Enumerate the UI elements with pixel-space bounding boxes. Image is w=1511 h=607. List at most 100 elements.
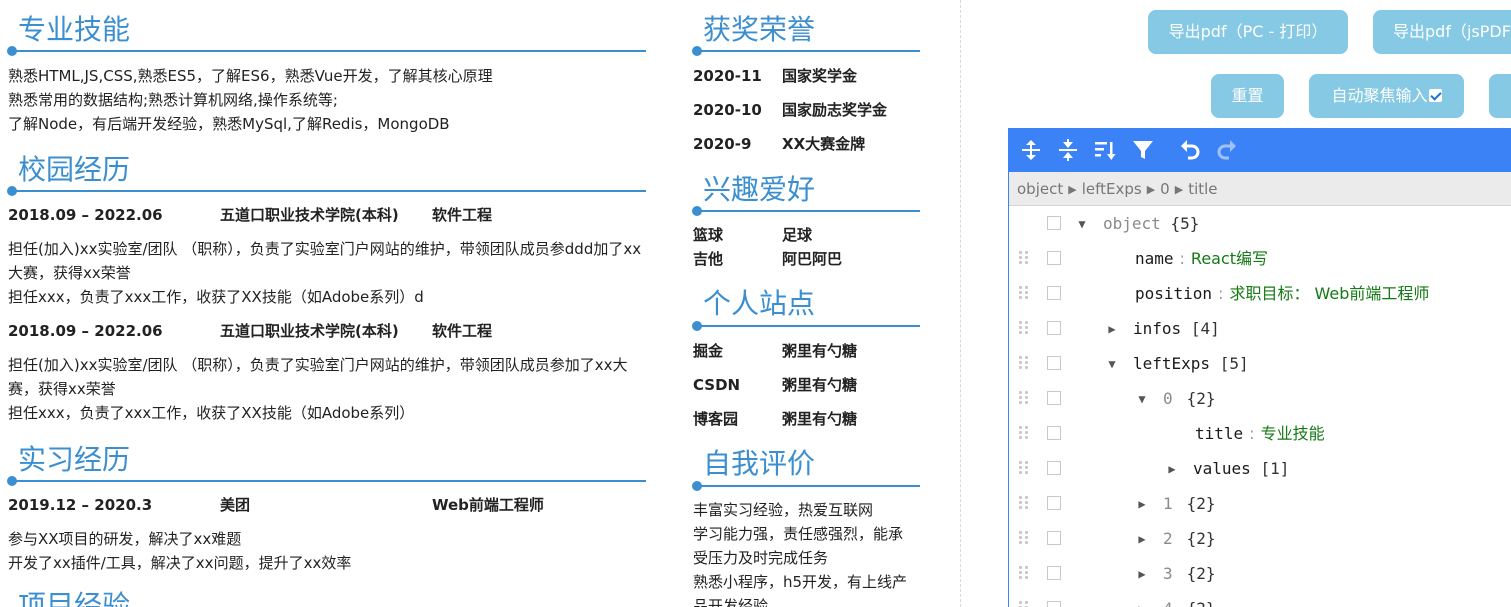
hobby-item: 篮球 — [693, 226, 724, 244]
node-key[interactable]: name — [1135, 249, 1174, 268]
more-button[interactable] — [1489, 74, 1511, 118]
node-value[interactable]: 求职目标： Web前端工程师 — [1229, 284, 1429, 303]
campus-desc: 担任xxx，负责了xxx工作，收获了XX技能（如Adobe系列）d — [8, 288, 424, 306]
row-select-checkbox[interactable] — [1047, 461, 1061, 475]
expand-toggle-icon[interactable]: ▶ — [1165, 452, 1179, 487]
key-value-separator: : — [1249, 424, 1255, 443]
row-select-checkbox[interactable] — [1047, 601, 1061, 607]
expand-toggle-icon[interactable]: ▶ — [1135, 487, 1149, 522]
tree-row[interactable]: ▼ 0 {2} — [1009, 381, 1511, 416]
expand-toggle-icon[interactable]: ▶ — [1135, 522, 1149, 557]
drag-handle-icon[interactable] — [1019, 356, 1029, 370]
collapse-toggle-icon[interactable]: ▼ — [1135, 382, 1149, 417]
node-key[interactable]: 0 — [1163, 389, 1173, 408]
export-pdf-print-button[interactable]: 导出pdf（PC - 打印） — [1148, 10, 1348, 54]
tree-row[interactable]: position: 求职目标： Web前端工程师 — [1009, 276, 1511, 311]
node-key[interactable]: leftExps — [1133, 354, 1210, 373]
collapse-toggle-icon[interactable]: ▼ — [1075, 207, 1089, 242]
campus-major: 软件工程 — [432, 206, 493, 224]
drag-handle-icon[interactable] — [1019, 566, 1029, 580]
breadcrumb-item[interactable]: 0 — [1160, 180, 1170, 198]
node-key[interactable]: infos — [1133, 319, 1181, 338]
expand-toggle-icon[interactable]: ▶ — [1105, 312, 1119, 347]
collapse-all-icon[interactable] — [1056, 138, 1080, 162]
internship-company: 美团 — [220, 496, 251, 514]
tree-row[interactable]: ▶ 3 {2} — [1009, 556, 1511, 591]
key-value-separator: : — [1179, 249, 1185, 268]
row-select-checkbox[interactable] — [1047, 216, 1061, 230]
row-select-checkbox[interactable] — [1047, 356, 1061, 370]
site-name: 掘金 — [693, 342, 724, 360]
autofocus-checkbox[interactable] — [1428, 89, 1442, 102]
hobby-item: 吉他 — [693, 250, 724, 268]
drag-handle-icon[interactable] — [1019, 496, 1029, 510]
internship-desc: 开发了xx插件/工具，解决了xx问题，提升了xx效率 — [8, 554, 352, 572]
node-key[interactable]: 2 — [1163, 529, 1173, 548]
autofocus-label: 自动聚焦输入 — [1331, 86, 1428, 105]
section-divider — [692, 206, 920, 216]
site-value: 粥里有勺糖 — [782, 376, 858, 394]
drag-handle-icon[interactable] — [1019, 286, 1029, 300]
tree-row[interactable]: ▶ infos [4] — [1009, 311, 1511, 346]
drag-handle-icon[interactable] — [1019, 251, 1029, 265]
filter-icon[interactable] — [1131, 138, 1155, 162]
node-key[interactable]: object — [1103, 214, 1161, 233]
row-select-checkbox[interactable] — [1047, 286, 1061, 300]
drag-handle-icon[interactable] — [1019, 391, 1029, 405]
breadcrumb-item[interactable]: title — [1188, 180, 1217, 198]
export-pdf-jspdf-button[interactable]: 导出pdf（jsPDF — [1373, 10, 1511, 54]
row-select-checkbox[interactable] — [1047, 321, 1061, 335]
tree-row[interactable]: ▼ object {5} — [1009, 206, 1511, 241]
node-key[interactable]: 4 — [1163, 599, 1173, 607]
reset-button[interactable]: 重置 — [1211, 74, 1284, 118]
node-key[interactable]: values — [1193, 459, 1251, 478]
breadcrumb-item[interactable]: object — [1017, 180, 1063, 198]
drag-handle-icon[interactable] — [1019, 601, 1029, 607]
node-count: [5] — [1219, 354, 1249, 373]
node-value[interactable]: 专业技能 — [1261, 424, 1325, 443]
campus-date: 2018.09 – 2022.06 — [8, 206, 163, 224]
drag-handle-icon[interactable] — [1019, 461, 1029, 475]
site-value: 粥里有勺糖 — [782, 342, 858, 360]
redo-icon[interactable] — [1215, 138, 1239, 162]
undo-icon[interactable] — [1178, 138, 1202, 162]
expand-toggle-icon[interactable]: ▶ — [1135, 592, 1149, 607]
expand-toggle-icon[interactable]: ▶ — [1135, 557, 1149, 592]
tree-node: ▼ object {5} — [1075, 206, 1199, 241]
node-key[interactable]: title — [1195, 424, 1243, 443]
resume-preview: 专业技能 熟悉HTML,JS,CSS,熟悉ES5，了解ES6，熟悉Vue开发，了… — [0, 0, 960, 607]
tree-row[interactable]: ▶ 4 {2} — [1009, 591, 1511, 607]
row-select-checkbox[interactable] — [1047, 391, 1061, 405]
award-date: 2020-10 — [693, 101, 762, 119]
expand-all-icon[interactable] — [1019, 138, 1043, 162]
drag-handle-icon[interactable] — [1019, 426, 1029, 440]
node-value[interactable]: React编写 — [1191, 249, 1268, 268]
row-select-checkbox[interactable] — [1047, 496, 1061, 510]
row-select-checkbox[interactable] — [1047, 426, 1061, 440]
drag-handle-icon[interactable] — [1019, 531, 1029, 545]
campus-desc: 担任xxx，负责了xxx工作，收获了XX技能（如Adobe系列） — [8, 404, 415, 422]
tree-row[interactable]: ▶ values [1] — [1009, 451, 1511, 486]
tree-row[interactable]: ▶ 2 {2} — [1009, 521, 1511, 556]
section-divider — [692, 481, 920, 491]
skills-line: 熟悉常用的数据结构;熟悉计算机网络,操作系统等; — [8, 91, 338, 109]
collapse-toggle-icon[interactable]: ▼ — [1105, 347, 1119, 382]
row-select-checkbox[interactable] — [1047, 566, 1061, 580]
drag-handle-icon[interactable] — [1019, 321, 1029, 335]
section-title-internship: 实习经历 — [18, 443, 131, 476]
breadcrumb-item[interactable]: leftExps — [1082, 180, 1142, 198]
node-key[interactable]: 1 — [1163, 494, 1173, 513]
tree-row[interactable]: name: React编写 — [1009, 241, 1511, 276]
tree-node: position: 求职目标： Web前端工程师 — [1135, 276, 1429, 311]
tree-row[interactable]: title: 专业技能 — [1009, 416, 1511, 451]
sort-icon[interactable] — [1093, 138, 1117, 162]
autofocus-toggle-button[interactable]: 自动聚焦输入 — [1309, 74, 1464, 118]
section-title-campus: 校园经历 — [18, 153, 131, 186]
site-value: 粥里有勺糖 — [782, 410, 858, 428]
node-key[interactable]: position — [1135, 284, 1212, 303]
tree-row[interactable]: ▶ 1 {2} — [1009, 486, 1511, 521]
row-select-checkbox[interactable] — [1047, 531, 1061, 545]
tree-row[interactable]: ▼ leftExps [5] — [1009, 346, 1511, 381]
row-select-checkbox[interactable] — [1047, 251, 1061, 265]
node-key[interactable]: 3 — [1163, 564, 1173, 583]
